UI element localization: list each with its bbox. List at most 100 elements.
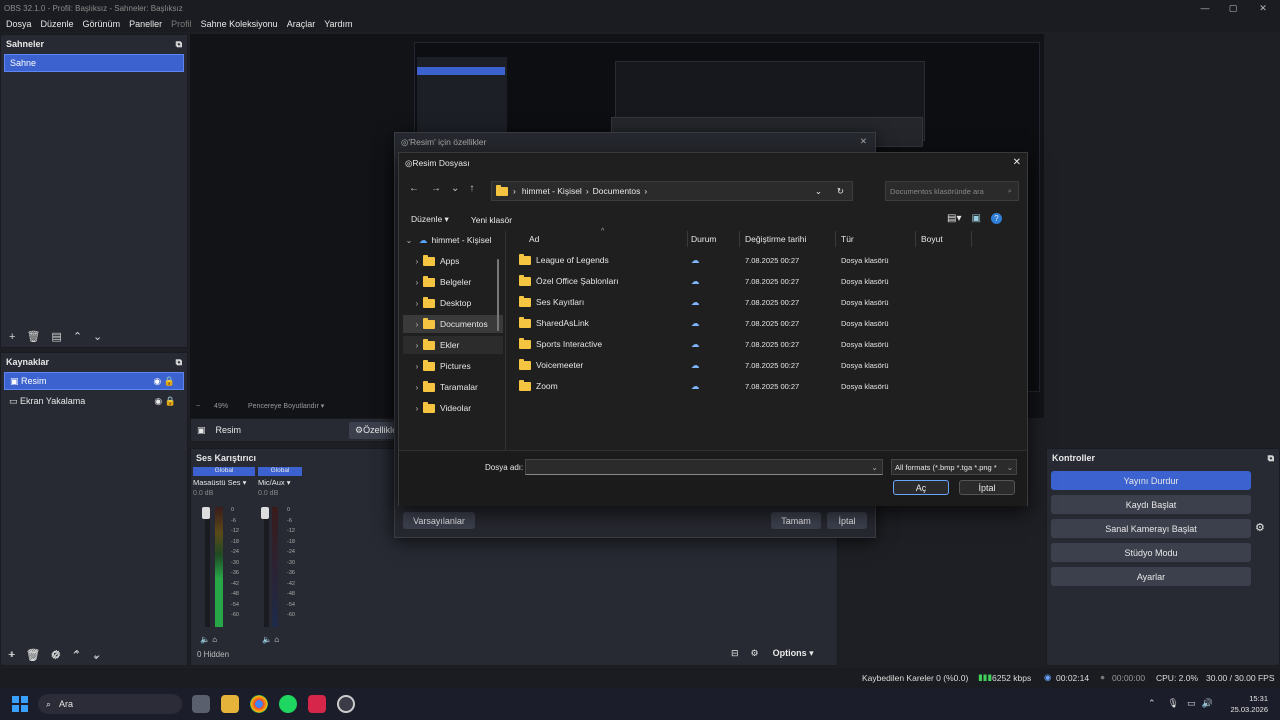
trash-icon[interactable]: 🗑 [25,649,39,662]
stop-stream-button[interactable]: Yayını Durdur [1051,471,1251,490]
cancel-button[interactable]: İptal [959,480,1015,495]
nav-item-taramalar[interactable]: › Taramalar [403,378,503,396]
address-bar[interactable]: › himmet - Kişisel › Documentos › ⌄ ↻ [491,181,853,201]
preview-pane-icon[interactable]: ▣ [971,213,980,224]
undock-icon[interactable]: ⧉ [176,357,182,368]
windows-start-icon[interactable] [12,696,28,712]
search-icon[interactable]: ⌕ [1008,186,1012,196]
forward-arrow-icon[interactable]: → [431,183,441,194]
undock-icon[interactable]: ⧉ [176,39,182,50]
speaker-icon[interactable]: 🔈 [200,635,210,644]
list-item[interactable]: Voicemeeter ☁ 7.08.2025 00:27 Dosya klas… [511,355,1011,375]
microphone-icon[interactable]: 🎙 [1168,698,1179,709]
chevron-right-icon[interactable]: › [411,299,423,308]
nav-item-ekler[interactable]: › Ekler [403,336,503,354]
breadcrumb-current[interactable]: Documentos [593,186,641,196]
nav-item-documentos[interactable]: › Documentos [403,315,503,333]
col-size[interactable]: Boyut [921,234,943,244]
volume-fader-track[interactable] [264,507,269,627]
chevron-down-icon[interactable]: ⌄ [815,186,822,197]
gear-icon[interactable]: ⚙ [50,649,60,662]
app-icon[interactable] [308,695,326,713]
obs-taskbar-icon[interactable] [337,695,355,713]
list-item[interactable]: League of Legends ☁ 7.08.2025 00:27 Dosy… [511,250,1011,270]
source-item-screen-capture[interactable]: ▭ Ekran Yakalama ◉ 🔒 [4,392,184,410]
col-name[interactable]: Ad [529,234,539,244]
pane-divider[interactable] [505,231,506,451]
scene-item-sahne[interactable]: Sahne [4,54,184,72]
channel-name[interactable]: Mic/Aux ▾ [258,478,302,487]
chevron-down-icon[interactable]: ▾ [321,403,325,410]
menu-profile[interactable]: Profil [171,19,192,29]
col-type[interactable]: Tür [841,234,854,244]
volume-fader-track[interactable] [205,507,210,627]
ok-button[interactable]: Tamam [771,512,821,529]
chevron-right-icon[interactable]: › [411,320,423,329]
minimize-button[interactable]: — [1190,0,1220,16]
visibility-eye-icon[interactable]: ◉ [154,396,162,406]
open-button[interactable]: Aç [893,480,949,495]
add-icon[interactable]: + [8,649,14,661]
search-box[interactable]: Documentos klasöründe ara ⌕ [885,181,1019,201]
source-item-resim[interactable]: ▣ Resim ◉ 🔒 [4,372,184,390]
chevron-down-icon[interactable]: ⌄ [1007,463,1013,472]
list-item[interactable]: Zoom ☁ 7.08.2025 00:27 Dosya klasörü [511,376,1011,396]
gear-icon[interactable]: ⚙ [751,648,759,659]
speaker-icon[interactable]: 🔈 [262,635,272,644]
layout-icon[interactable]: ⊟ [731,648,739,659]
headphones-icon[interactable]: ⌂ [274,635,279,644]
menu-view[interactable]: Görünüm [83,19,121,29]
menu-edit[interactable]: Düzenle [41,19,74,29]
filter-icon[interactable]: ▤ [51,330,61,343]
view-list-icon[interactable]: ▤▾ [947,213,961,224]
file-type-select[interactable]: All formats (*.bmp *.tga *.png * ⌄ [891,459,1017,475]
menu-docks[interactable]: Paneller [129,19,162,29]
volume-fader-handle[interactable] [202,507,210,519]
headphones-icon[interactable]: ⌂ [212,635,217,644]
chevron-right-icon[interactable]: › [411,362,423,371]
move-up-icon[interactable]: ⌃ [73,330,82,343]
refresh-icon[interactable]: ↻ [837,186,844,197]
up-arrow-icon[interactable]: ↑ [469,183,474,194]
list-item[interactable]: SharedAsLink ☁ 7.08.2025 00:27 Dosya kla… [511,313,1011,333]
move-up-icon[interactable]: ⌃ [71,649,80,662]
volume-fader-handle[interactable] [261,507,269,519]
menu-file[interactable]: Dosya [6,19,32,29]
start-virtual-cam-button[interactable]: Sanal Kamerayı Başlat [1051,519,1251,538]
filename-input[interactable]: ⌄ [525,459,883,475]
nav-item-pictures[interactable]: › Pictures [403,357,503,375]
nav-item-desktop[interactable]: › Desktop [403,294,503,312]
nav-item-videolar[interactable]: › Videolar [403,399,503,417]
list-item[interactable]: Sports Interactive ☁ 7.08.2025 00:27 Dos… [511,334,1011,354]
back-arrow-icon[interactable]: ← [409,183,419,194]
menu-scene-collection[interactable]: Sahne Koleksiyonu [201,19,278,29]
chevron-right-icon[interactable]: › [411,257,423,266]
nav-scrollbar[interactable] [497,259,499,331]
close-button[interactable]: ✕ [1248,0,1278,16]
chevron-right-icon[interactable]: › [411,404,423,413]
chevron-up-icon[interactable]: ⌃ [1148,698,1156,709]
col-status[interactable]: Durum [691,234,717,244]
gear-icon[interactable]: ⚙ [1255,521,1265,534]
start-recording-button[interactable]: Kaydı Başlat [1051,495,1251,514]
col-date[interactable]: Değiştirme tarihi [745,234,806,244]
close-icon[interactable]: ✕ [1013,157,1021,168]
menu-help[interactable]: Yardım [324,19,352,29]
options-button[interactable]: Options ▾ [773,648,814,659]
channel-name[interactable]: Masaüstü Ses ▾ [193,478,255,487]
chevron-right-icon[interactable]: › [411,278,423,287]
breadcrumb-root[interactable]: himmet - Kişisel [522,186,582,196]
list-item[interactable]: Özel Office Şablonları ☁ 7.08.2025 00:27… [511,271,1011,291]
file-explorer-icon[interactable] [221,695,239,713]
close-icon[interactable]: ✕ [860,136,867,147]
chevron-right-icon[interactable]: › [411,341,423,350]
volume-icon[interactable]: 🔊 [1202,698,1213,709]
move-down-icon[interactable]: ⌄ [93,330,102,343]
trash-icon[interactable]: 🗑 [26,330,40,343]
lock-icon[interactable]: 🔒 [165,396,176,406]
chevron-down-icon[interactable]: ⌄ [451,183,459,194]
organize-menu[interactable]: Düzenle ▾ [411,214,449,225]
chrome-icon[interactable] [250,695,268,713]
spotify-icon[interactable] [279,695,297,713]
display-icon[interactable]: ▭ [1187,698,1196,709]
